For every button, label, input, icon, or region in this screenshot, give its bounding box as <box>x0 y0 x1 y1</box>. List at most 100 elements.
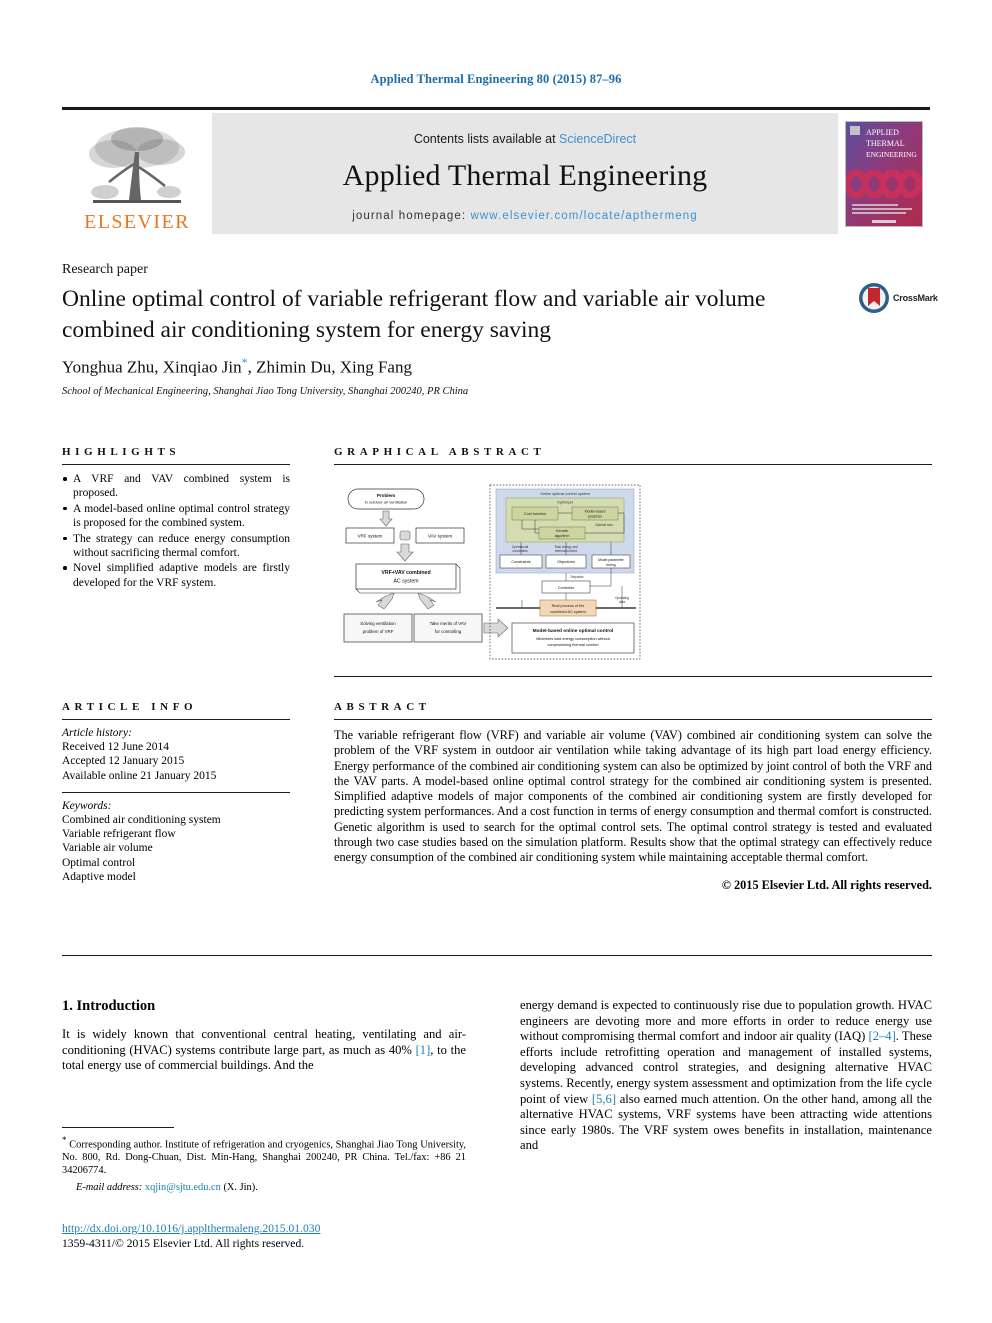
citation-ref-5-6[interactable]: [5,6] <box>592 1092 616 1106</box>
journal-homepage-line: journal homepage: www.elsevier.com/locat… <box>352 210 698 222</box>
keyword-item: Combined air conditioning system <box>62 814 221 827</box>
svg-text:constraints: constraints <box>512 549 528 553</box>
ga-plant-2: combined AC system <box>550 610 586 614</box>
ga-objectives: Objectives <box>557 560 575 564</box>
section-title-introduction: 1. Introduction <box>62 998 156 1014</box>
graphical-abstract-bottom-rule <box>334 676 932 677</box>
footnote-marker: * <box>62 1135 67 1145</box>
article-type-label: Research paper <box>62 262 148 277</box>
email-link[interactable]: xqjin@sjtu.edu.cn <box>145 1182 221 1193</box>
footnote-body: Corresponding author. Institute of refri… <box>62 1139 466 1177</box>
history-accepted: Accepted 12 January 2015 <box>62 755 185 768</box>
article-history: Article history: Received 12 June 2014 A… <box>62 726 290 783</box>
keywords-label: Keywords: <box>62 799 112 812</box>
crossmark-badge[interactable]: CrossMark <box>858 282 938 314</box>
ga-conclusion-sub-2: compromising thermal comfort <box>547 643 599 647</box>
authors-tail: , Zhimin Du, Xing Fang <box>247 357 412 377</box>
affiliation: School of Mechanical Engineering, Shangh… <box>62 386 469 397</box>
list-item: A VRF and VAV combined system is propose… <box>62 472 290 501</box>
article-info-heading: ARTICLE INFO <box>62 701 198 713</box>
highlights-rule <box>62 464 290 465</box>
ga-cost-function: Cost function <box>524 512 546 516</box>
article-info-section: ARTICLE INFO Article history: Received 1… <box>62 701 290 884</box>
highlights-section: HIGHLIGHTS A VRF and VAV combined system… <box>62 446 290 591</box>
author-list: Yonghua Zhu, Xinqiao Jin*, Zhimin Du, Xi… <box>62 355 852 378</box>
ga-genetic-2: algorithm <box>555 534 570 538</box>
ga-plant-1: Real process of the <box>552 604 585 608</box>
imprint-block: http://dx.doi.org/10.1016/j.applthermale… <box>62 1222 482 1250</box>
ga-optimal-sets: Optimal sets <box>595 523 613 527</box>
contents-available-line: Contents lists available at ScienceDirec… <box>414 132 636 146</box>
page-title: Online optimal control of variable refri… <box>62 286 766 343</box>
svg-text:ENGINEERING: ENGINEERING <box>866 150 917 159</box>
ga-panel-title: Online optimal control system <box>540 492 590 496</box>
ga-optimizer: Optimizer <box>557 501 574 505</box>
article-history-label: Article history: <box>62 727 132 739</box>
ga-vav-system: VAV system <box>428 534 453 539</box>
keyword-item: Variable air volume <box>62 842 153 855</box>
graphical-abstract-section: GRAPHICAL ABSTRACT Problem in outdoor ai… <box>334 446 932 668</box>
sciencedirect-link[interactable]: ScienceDirect <box>559 132 636 146</box>
keyword-item: Variable refrigerant flow <box>62 828 176 841</box>
ga-model-predictor-2: predictor <box>588 515 603 519</box>
paper-page: Applied Thermal Engineering 80 (2015) 87… <box>0 0 992 1323</box>
ga-genetic-1: Genetic <box>556 529 569 533</box>
intro-paragraph-right: energy demand is expected to continuousl… <box>520 998 932 1154</box>
corresponding-author-footnote: * Corresponding author. Institute of ref… <box>62 1134 466 1178</box>
list-item: Novel simplified adaptive models are fir… <box>62 561 290 590</box>
ga-controller: Controller <box>558 586 575 590</box>
doi-link[interactable]: http://dx.doi.org/10.1016/j.applthermale… <box>62 1222 482 1235</box>
homepage-url-link[interactable]: www.elsevier.com/locate/apthermeng <box>471 210 698 222</box>
ga-vrf-system: VRF system <box>357 534 382 539</box>
elsevier-logo: ELSEVIER <box>62 113 212 234</box>
email-suffix: (X. Jin). <box>223 1181 258 1193</box>
ga-conclusion-title: Model-based online optimal control <box>533 628 614 634</box>
ga-constraints: Constraints <box>511 560 530 564</box>
ga-model-predictor-1: Model-based <box>585 510 606 514</box>
body-column-left: 1. Introduction It is widely known that … <box>62 998 466 1074</box>
journal-band: Contents lists available at ScienceDirec… <box>212 113 838 234</box>
intro-left-text-1: It is widely known that conventional cen… <box>62 1027 466 1057</box>
abstract-text: The variable refrigerant flow (VRF) and … <box>334 728 932 865</box>
homepage-prefix: journal homepage: <box>352 209 467 222</box>
list-item: The strategy can reduce energy consumpti… <box>62 532 290 561</box>
citation-ref-1[interactable]: [1] <box>416 1043 431 1057</box>
keyword-item: Optimal control <box>62 856 136 869</box>
crossmark-icon <box>859 283 889 313</box>
graphical-abstract-heading: GRAPHICAL ABSTRACT <box>334 446 546 458</box>
keywords-list: Keywords: Combined air conditioning syst… <box>62 799 290 884</box>
svg-text:APPLIED: APPLIED <box>866 128 899 137</box>
body-column-right: energy demand is expected to continuousl… <box>520 998 932 1154</box>
graphical-abstract-figure: Problem in outdoor air ventilation VRF s… <box>334 481 644 663</box>
ga-problem-title: Problem <box>377 493 395 498</box>
ga-right-out-2: for controlling <box>435 629 462 634</box>
article-info-divider <box>62 791 290 793</box>
journal-cover: APPLIED THERMAL ENGINEERING <box>838 113 930 234</box>
contents-prefix: Contents lists available at <box>413 131 556 146</box>
history-received: Received 12 June 2014 <box>62 741 169 754</box>
journal-masthead: ELSEVIER Contents lists available at Sci… <box>62 107 930 234</box>
citation-ref-2-4[interactable]: [2–4] <box>869 1029 896 1043</box>
running-head: Applied Thermal Engineering 80 (2015) 87… <box>370 72 622 86</box>
ga-left-out-2: problem of VRF <box>363 629 394 634</box>
elsevier-wordmark: ELSEVIER <box>84 211 190 233</box>
ga-model-tuning-1: Model parameter <box>598 558 625 562</box>
list-item: A model-based online optimal control str… <box>62 502 290 531</box>
issn-copyright-line: 1359-4311/© 2015 Elsevier Ltd. All right… <box>62 1237 305 1250</box>
ga-left-out-1: Solving ventilation <box>360 621 396 626</box>
ga-model-tuning-2: tuning <box>606 563 615 567</box>
journal-cover-thumbnail: APPLIED THERMAL ENGINEERING <box>845 120 923 227</box>
journal-title: Applied Thermal Engineering <box>342 158 708 192</box>
crossmark-label: CrossMark <box>893 293 938 303</box>
ga-right-out-1: Take merits of VAV <box>430 621 467 626</box>
authors-head: Yonghua Zhu, Xinqiao Jin <box>62 357 242 377</box>
section-divider-rule <box>62 955 932 956</box>
svg-text:THERMAL: THERMAL <box>866 139 905 148</box>
graphical-abstract-rule <box>334 464 932 465</box>
abstract-rule <box>334 719 932 720</box>
email-footnote: E-mail address: xqjin@sjtu.edu.cn (X. Ji… <box>62 1182 466 1195</box>
svg-text:data: data <box>619 600 625 604</box>
footnote-rule <box>62 1127 174 1128</box>
email-label: E-mail address: <box>76 1181 143 1193</box>
history-available: Available online 21 January 2015 <box>62 769 217 782</box>
